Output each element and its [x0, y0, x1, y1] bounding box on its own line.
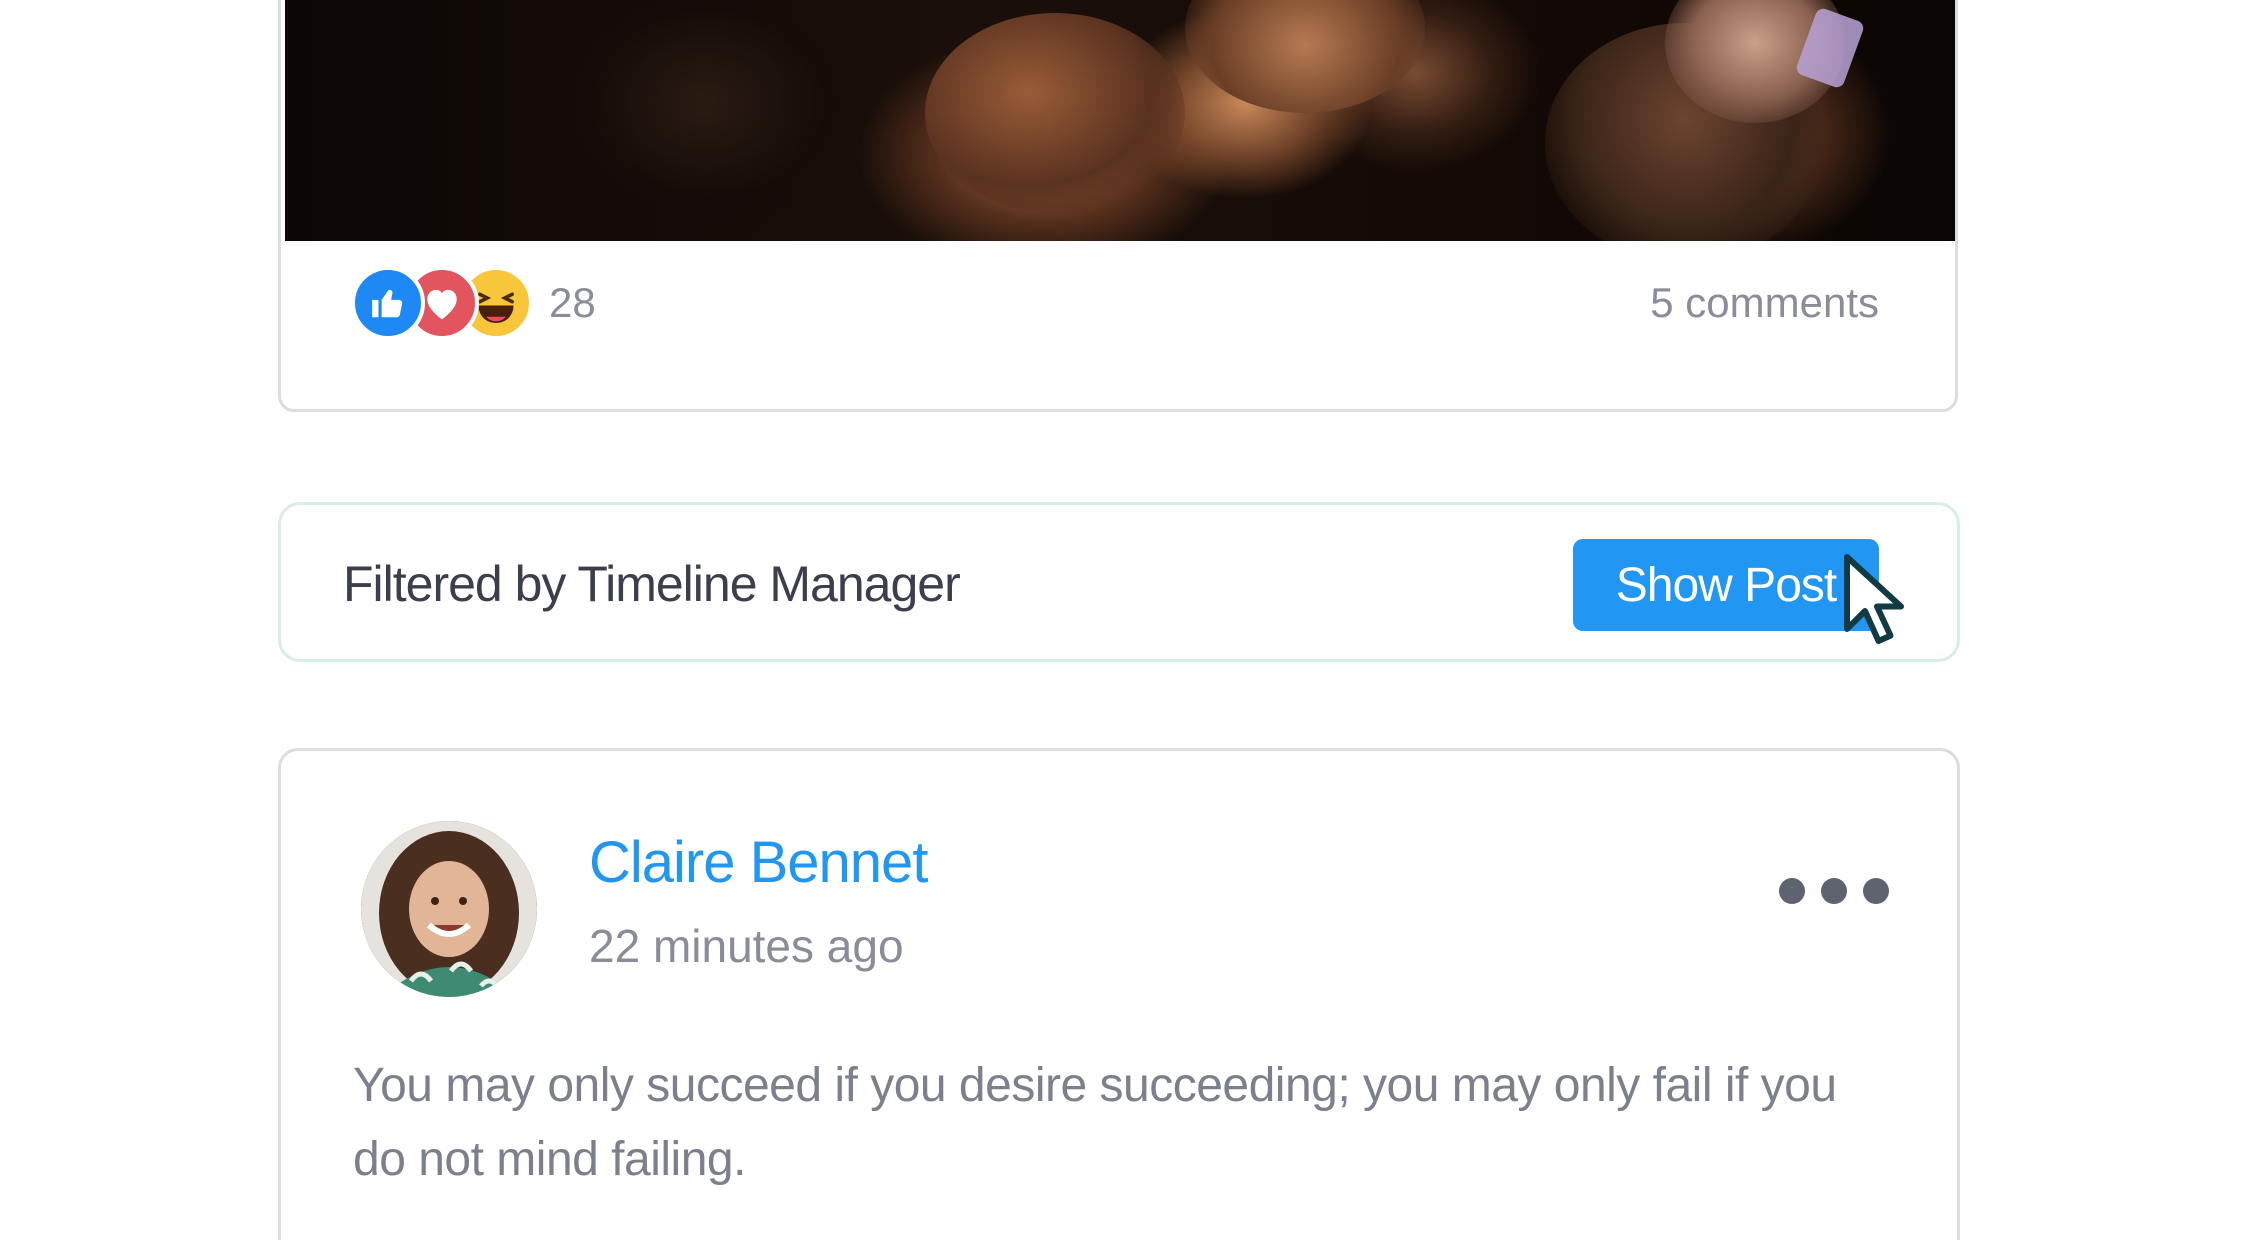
timeline-feed: 28 5 comments Filtered by Timeline Manag…	[0, 0, 2247, 1240]
reactions-summary[interactable]: 28	[351, 263, 596, 343]
mouse-cursor-icon	[1844, 554, 1904, 644]
reaction-count: 28	[549, 279, 596, 326]
post-card: Claire Bennet 22 minutes ago You may onl…	[278, 748, 1960, 1240]
author-name-link[interactable]: Claire Bennet	[589, 829, 928, 896]
more-options-button[interactable]	[1779, 871, 1889, 911]
show-post-button[interactable]: Show Post	[1573, 539, 1879, 631]
post-timestamp[interactable]: 22 minutes ago	[589, 919, 904, 973]
avatar-portrait	[361, 821, 537, 997]
photo-figure	[1185, 0, 1425, 113]
filter-notice-text: Filtered by Timeline Manager	[343, 556, 961, 612]
previous-post-card: 28 5 comments	[278, 0, 1958, 412]
filtered-post-notice: Filtered by Timeline Manager Show Post	[278, 502, 1960, 662]
author-avatar[interactable]	[361, 821, 537, 997]
more-dots-icon	[1863, 878, 1889, 904]
more-dots-icon	[1779, 878, 1805, 904]
photo-figure	[925, 13, 1185, 213]
like-icon	[351, 266, 425, 340]
post-text: You may only succeed if you desire succe…	[353, 1059, 1837, 1186]
comments-count-link[interactable]: 5 comments	[1650, 279, 1879, 327]
more-dots-icon	[1821, 878, 1847, 904]
post-photo[interactable]	[285, 0, 1955, 241]
